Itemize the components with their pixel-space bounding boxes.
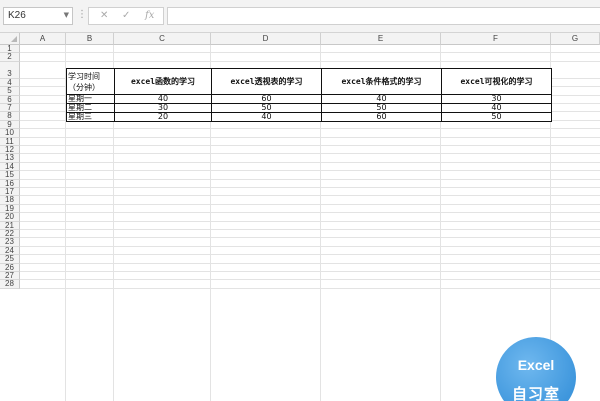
table-cell[interactable]: 50 <box>321 103 442 113</box>
column-header[interactable]: D <box>211 33 321 45</box>
sheet-grid[interactable]: ABCDEFG 1 2 3 4 5 6 7 8 9 10 11 12 13 14 15 16 17 18 19 20 2… <box>0 33 600 401</box>
row-header[interactable]: 28 <box>0 280 20 289</box>
table-cell[interactable]: 30 <box>441 94 552 104</box>
row-gridline <box>20 187 600 188</box>
table-header-cell[interactable]: excel函数的学习 <box>114 68 212 95</box>
formula-bar: K26 ▼ ⋮ ✕ ✓ fx <box>0 0 600 33</box>
table-cell[interactable]: 60 <box>321 112 442 122</box>
row-gridline <box>20 145 600 146</box>
table-header-cell[interactable]: excel透视表的学习 <box>211 68 322 95</box>
table-row: 星期三 20 40 60 50 <box>66 112 552 122</box>
row-gridline <box>20 287 600 289</box>
row-gridline <box>20 245 600 247</box>
table-header-cell[interactable]: excel可视化的学习 <box>441 68 552 95</box>
row-gridline <box>20 212 600 214</box>
row-gridline <box>20 128 600 130</box>
row-gridline <box>20 229 600 230</box>
column-header[interactable]: G <box>551 33 600 45</box>
row-gridline <box>20 153 600 155</box>
more-options-icon[interactable]: ⋮ <box>77 9 87 20</box>
cancel-icon[interactable]: ✕ <box>100 10 108 21</box>
table-cell[interactable]: 20 <box>114 112 212 122</box>
logo-line2: 自习室 <box>511 385 560 401</box>
table-cell[interactable]: 50 <box>441 112 552 122</box>
row-gridline <box>20 60 600 62</box>
formula-input[interactable] <box>167 7 600 25</box>
row-gridline <box>20 52 600 54</box>
confirm-icon[interactable]: ✓ <box>122 10 130 21</box>
table-cell[interactable]: 40 <box>114 94 212 104</box>
table-cell[interactable]: 40 <box>441 103 552 113</box>
row-header[interactable]: 2 <box>0 53 20 62</box>
table-cell[interactable]: 40 <box>211 112 322 122</box>
table-header-cell[interactable]: excel条件格式的学习 <box>321 68 442 95</box>
table-header-cell[interactable]: 学习时间 （分钟） <box>66 68 115 95</box>
row-gridline <box>20 195 600 197</box>
row-gridline <box>20 237 600 239</box>
chevron-down-icon[interactable]: ▼ <box>64 11 69 19</box>
header-time-line2: （分钟） <box>68 82 100 92</box>
table-cell[interactable]: 40 <box>321 94 442 104</box>
column-header[interactable]: A <box>20 33 66 45</box>
logo-line1: Excel <box>517 357 555 373</box>
column-header[interactable]: F <box>441 33 551 45</box>
table-cell[interactable]: 星期三 <box>66 112 115 122</box>
row-gridline <box>20 178 600 180</box>
excel-study-room-logo: Excel 自习室 <box>496 337 576 401</box>
row-gridline <box>20 203 600 205</box>
table-cell[interactable]: 星期二 <box>66 103 115 113</box>
row-gridline <box>20 254 600 256</box>
column-header[interactable]: B <box>66 33 114 45</box>
header-time-line1: 学习时间 <box>68 71 100 81</box>
row-gridline <box>20 279 600 281</box>
table-cell[interactable]: 星期一 <box>66 94 115 104</box>
row-gridline <box>20 161 600 163</box>
data-table: 学习时间 （分钟） excel函数的学习 excel透视表的学习 excel条件格… <box>66 68 552 122</box>
select-all-triangle-icon <box>11 36 17 42</box>
table-cell[interactable]: 50 <box>211 103 322 113</box>
formula-buttons: ✕ ✓ fx <box>88 7 164 25</box>
table-row: 星期二 30 50 50 40 <box>66 103 552 113</box>
row-gridline <box>20 170 600 172</box>
row-gridline <box>20 136 600 138</box>
table-row: 星期一 40 60 40 30 <box>66 94 552 104</box>
row-gridline <box>20 220 600 222</box>
name-box[interactable]: K26 ▼ <box>3 7 73 25</box>
row-header[interactable]: 3 <box>0 61 20 79</box>
table-header-row: 学习时间 （分钟） excel函数的学习 excel透视表的学习 excel条件格… <box>66 68 552 95</box>
table-cell[interactable]: 30 <box>114 103 212 113</box>
row-gridline <box>20 271 600 272</box>
column-header[interactable]: E <box>321 33 441 45</box>
table-cell[interactable]: 60 <box>211 94 322 104</box>
name-box-value: K26 <box>8 10 26 21</box>
column-header[interactable]: C <box>114 33 211 45</box>
insert-function-icon[interactable]: fx <box>145 10 154 21</box>
row-gridline <box>20 262 600 264</box>
